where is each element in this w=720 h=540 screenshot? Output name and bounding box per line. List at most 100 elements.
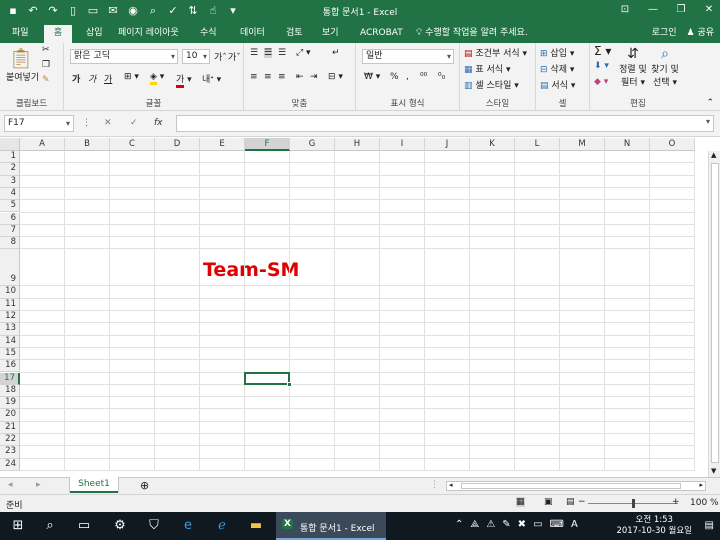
tab-view[interactable]: 보기 <box>316 25 345 43</box>
prev-sheet-icon[interactable]: ◂ <box>8 480 13 490</box>
align-left-icon[interactable]: ≡ <box>250 72 258 82</box>
wrap-text-icon[interactable]: ↵ <box>332 48 340 58</box>
shrink-font-icon[interactable]: 가ˇ <box>228 50 241 63</box>
name-box[interactable]: F17 <box>4 115 74 132</box>
row-header[interactable]: 8 <box>0 237 20 250</box>
row-header[interactable]: 21 <box>0 421 20 434</box>
search-icon[interactable]: ⌕ <box>34 512 66 540</box>
row-header[interactable]: 2 <box>0 163 20 176</box>
share-button[interactable]: ♟ 공유 <box>686 25 714 38</box>
zoom-out-icon[interactable]: − <box>578 497 586 507</box>
font-name-select[interactable]: 맑은 고딕 <box>70 49 178 64</box>
tab-data[interactable]: 데이터 <box>234 25 271 43</box>
row-header[interactable]: 17 <box>0 372 20 385</box>
increase-indent-icon[interactable]: ⇥ <box>310 72 318 82</box>
conditional-format-button[interactable]: ▤ 조건부 서식 ▾ <box>464 46 527 59</box>
edge-icon[interactable]: e <box>172 512 204 540</box>
fill-handle[interactable] <box>287 381 292 387</box>
delete-cells-button[interactable]: ⊟ 삭제 ▾ <box>540 62 574 75</box>
grow-font-icon[interactable]: 가ˆ <box>214 50 227 63</box>
autosum-icon[interactable]: Σ ▾ <box>594 44 611 58</box>
row-header[interactable]: 22 <box>0 434 20 447</box>
zoom-in-icon[interactable]: + <box>672 497 680 507</box>
add-sheet-icon[interactable]: ⊕ <box>140 479 149 492</box>
scroll-right-icon[interactable]: ▸ <box>699 481 703 489</box>
increase-decimal-icon[interactable]: ⁰⁰ <box>420 72 427 82</box>
zoom-slider-thumb[interactable] <box>632 499 635 508</box>
network-icon[interactable]: ▭ <box>533 519 542 530</box>
column-header[interactable]: M <box>560 138 605 151</box>
column-header[interactable]: F <box>245 138 290 151</box>
column-header[interactable]: J <box>425 138 470 151</box>
align-top-icon[interactable]: ☰ <box>250 48 258 58</box>
sheet-tab-sheet1[interactable]: Sheet1 <box>70 477 118 493</box>
scroll-down-icon[interactable]: ▼ <box>711 467 716 475</box>
italic-button[interactable]: 가 <box>88 72 96 85</box>
column-header[interactable]: K <box>470 138 515 151</box>
clear-icon[interactable]: ◆ ▾ <box>594 77 608 87</box>
number-format-select[interactable]: 일반 <box>362 49 454 64</box>
tab-split-icon[interactable]: ⋮ <box>430 480 439 490</box>
zoom-level[interactable]: 100 % <box>690 498 719 508</box>
acrobat-tray-icon[interactable]: ⟁ <box>470 519 479 530</box>
row-header[interactable]: 9 <box>0 249 20 287</box>
column-header[interactable]: N <box>605 138 650 151</box>
percent-button[interactable]: % <box>390 72 399 82</box>
row-header[interactable]: 7 <box>0 224 20 238</box>
underline-button[interactable]: 가 <box>104 72 112 85</box>
horizontal-scroll-thumb[interactable] <box>461 483 681 489</box>
phonetic-icon[interactable]: 내ᐩ ▾ <box>202 72 221 85</box>
orientation-icon[interactable]: ⤢ ▾ <box>296 48 311 58</box>
insert-cells-button[interactable]: ⊞ 삽입 ▾ <box>540 46 574 59</box>
tab-review[interactable]: 검토 <box>280 25 309 43</box>
file-explorer-icon[interactable]: ▬ <box>240 512 272 540</box>
cell-styles-button[interactable]: ▥ 셀 스타일 ▾ <box>464 78 519 91</box>
column-header[interactable]: E <box>200 138 245 151</box>
horizontal-scrollbar[interactable]: ◂ ▸ <box>446 481 706 491</box>
border-icon[interactable]: ⊞ ▾ <box>124 72 139 82</box>
column-header[interactable]: O <box>650 138 695 151</box>
row-header[interactable]: 12 <box>0 311 20 324</box>
vertical-scroll-thumb[interactable] <box>711 163 719 463</box>
formula-input[interactable] <box>176 115 714 132</box>
scroll-left-icon[interactable]: ◂ <box>449 481 453 489</box>
settings-gear-icon[interactable]: ⚙ <box>104 512 136 540</box>
row-header[interactable]: 6 <box>0 212 20 225</box>
comma-button[interactable]: , <box>406 72 409 82</box>
font-size-select[interactable]: 10 <box>182 49 210 64</box>
collapse-ribbon-icon[interactable]: ⌃ <box>706 98 714 108</box>
insert-function-icon[interactable]: fx <box>154 118 163 128</box>
network-alert-icon[interactable]: ⚠ <box>486 519 495 530</box>
maximize-icon[interactable]: ❐ <box>674 2 688 18</box>
paste-button[interactable]: 📋︎ 붙여넣기 <box>6 46 39 83</box>
sort-filter-button[interactable]: ⇵ 정렬 및 필터 ▾ <box>618 46 648 88</box>
column-header[interactable]: D <box>155 138 200 151</box>
align-middle-icon[interactable]: ☰ <box>264 48 273 58</box>
ribbon-display-icon[interactable]: ⊡ <box>618 2 632 18</box>
row-header[interactable]: 13 <box>0 323 20 336</box>
page-break-view-icon[interactable]: ▤ <box>566 497 575 507</box>
bold-button[interactable]: 가 <box>72 72 80 85</box>
row-header[interactable]: 10 <box>0 286 20 299</box>
format-painter-icon[interactable]: ✎ <box>42 75 50 85</box>
next-sheet-icon[interactable]: ▸ <box>36 480 41 490</box>
tab-acrobat[interactable]: ACROBAT <box>354 25 409 43</box>
format-table-button[interactable]: ▦ 표 서식 ▾ <box>464 62 510 75</box>
currency-icon[interactable]: ₩ ▾ <box>364 72 380 82</box>
task-view-icon[interactable]: ▭ <box>68 512 100 540</box>
selected-cell[interactable] <box>244 371 290 385</box>
column-header[interactable]: H <box>335 138 380 151</box>
row-header[interactable]: 11 <box>0 298 20 311</box>
row-header[interactable]: 3 <box>0 175 20 188</box>
merge-center-icon[interactable]: ⊟ ▾ <box>328 72 343 82</box>
column-header[interactable]: C <box>110 138 155 151</box>
copy-icon[interactable]: ❐ <box>42 60 50 70</box>
tab-formulas[interactable]: 수식 <box>194 25 223 43</box>
internet-explorer-icon[interactable]: ℯ <box>206 512 238 540</box>
tab-page-layout[interactable]: 페이지 레이아웃 <box>112 25 185 43</box>
minimize-icon[interactable]: — <box>646 2 660 18</box>
row-header[interactable]: 23 <box>0 446 20 459</box>
close-icon[interactable]: ✕ <box>702 2 716 18</box>
enter-icon[interactable]: ✓ <box>130 118 138 128</box>
mute-icon[interactable]: ✖ <box>518 519 526 530</box>
